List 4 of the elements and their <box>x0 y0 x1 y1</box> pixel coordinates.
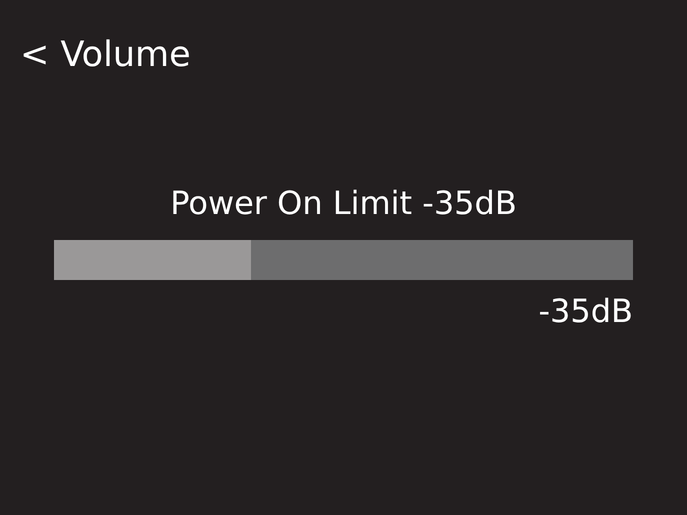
volume-reading: -35dB <box>538 291 633 332</box>
back-button[interactable]: < Volume <box>20 30 191 80</box>
volume-slider[interactable] <box>54 240 633 280</box>
setting-label: Power On Limit -35dB <box>169 183 518 224</box>
